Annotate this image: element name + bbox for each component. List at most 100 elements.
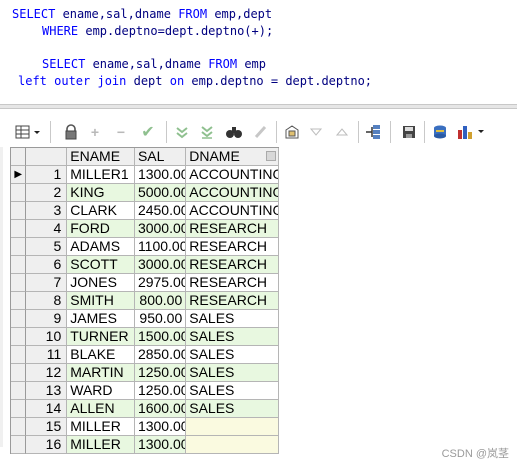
row-number-cell[interactable]: 2 [26, 184, 68, 202]
table-row[interactable]: 15 MILLER 1300.00 [11, 418, 279, 436]
row-number-cell[interactable]: 13 [26, 382, 68, 400]
dname-cell[interactable] [186, 418, 279, 436]
dname-cell[interactable]: SALES [186, 400, 279, 418]
ename-cell[interactable]: MILLER [67, 418, 135, 436]
ename-cell[interactable]: SMITH [67, 292, 135, 310]
row-indicator-cell[interactable] [11, 184, 27, 202]
ename-cell[interactable]: SCOTT [67, 256, 135, 274]
ename-cell[interactable]: MARTIN [67, 364, 135, 382]
table-row[interactable]: 2 KING 5000.00 ACCOUNTING [11, 184, 279, 202]
row-number-cell[interactable]: 10 [26, 328, 68, 346]
post-changes-icon[interactable]: ✔ [138, 121, 158, 143]
ename-cell[interactable]: KING [67, 184, 135, 202]
table-row[interactable]: 14 ALLEN 1600.00 SALES [11, 400, 279, 418]
dname-cell[interactable]: SALES [186, 364, 279, 382]
table-row[interactable]: 12 MARTIN 1250.00 SALES [11, 364, 279, 382]
ename-cell[interactable]: FORD [67, 220, 135, 238]
add-record-icon[interactable]: + [86, 121, 104, 143]
row-number-cell[interactable]: 5 [26, 238, 68, 256]
ename-cell[interactable]: JAMES [67, 310, 135, 328]
ename-cell[interactable]: TURNER [67, 328, 135, 346]
table-row[interactable]: 9 JAMES 950.00 SALES [11, 310, 279, 328]
find-icon[interactable] [223, 121, 245, 143]
sal-cell[interactable]: 5000.00 [134, 184, 187, 202]
row-indicator-cell[interactable] [11, 382, 27, 400]
dname-cell[interactable]: RESEARCH [186, 274, 279, 292]
ename-cell[interactable]: MILLER [67, 436, 135, 454]
row-number-cell[interactable]: 14 [26, 400, 68, 418]
row-number-cell[interactable]: 15 [26, 418, 68, 436]
sal-cell[interactable]: 1300.00 [134, 418, 187, 436]
dname-cell[interactable]: ACCOUNTING [186, 184, 279, 202]
row-indicator-cell[interactable]: ▶ [11, 166, 27, 184]
filter-icon[interactable] [172, 121, 192, 143]
row-number-cell[interactable]: 16 [26, 436, 68, 454]
table-row[interactable]: 4 FORD 3000.00 RESEARCH [11, 220, 279, 238]
sal-cell[interactable]: 1100.00 [134, 238, 187, 256]
ename-cell[interactable]: JONES [67, 274, 135, 292]
ename-cell[interactable]: CLARK [67, 202, 135, 220]
sal-cell[interactable]: 2975.00 [134, 274, 187, 292]
row-number-cell[interactable]: 11 [26, 346, 68, 364]
export-icon[interactable] [430, 121, 450, 143]
clear-filter-icon[interactable] [197, 121, 217, 143]
row-number-cell[interactable]: 4 [26, 220, 68, 238]
row-number-cell[interactable]: 1 [26, 166, 68, 184]
row-indicator-cell[interactable] [11, 202, 27, 220]
row-indicator-cell[interactable] [11, 220, 27, 238]
dname-cell[interactable]: ACCOUNTING [186, 166, 279, 184]
table-row[interactable]: 7 JONES 2975.00 RESEARCH [11, 274, 279, 292]
delete-record-icon[interactable]: − [112, 121, 130, 143]
sal-cell[interactable]: 1250.00 [134, 382, 187, 400]
row-indicator-cell[interactable] [11, 328, 27, 346]
chart-icon[interactable] [456, 121, 488, 143]
dname-cell[interactable]: SALES [186, 382, 279, 400]
ename-cell[interactable]: ALLEN [67, 400, 135, 418]
sal-cell[interactable]: 1250.00 [134, 364, 187, 382]
dname-cell[interactable]: SALES [186, 328, 279, 346]
table-row[interactable]: 16 MILLER 1300.00 [11, 436, 279, 454]
sal-cell[interactable]: 1600.00 [134, 400, 187, 418]
table-row[interactable]: 11 BLAKE 2850.00 SALES [11, 346, 279, 364]
row-number-cell[interactable]: 8 [26, 292, 68, 310]
save-icon[interactable] [399, 121, 419, 143]
sal-cell[interactable]: 3000.00 [134, 256, 187, 274]
row-indicator-cell[interactable] [11, 418, 27, 436]
dname-cell[interactable]: RESEARCH [186, 238, 279, 256]
column-sort-button[interactable] [266, 151, 276, 161]
row-indicator-cell[interactable] [11, 364, 27, 382]
column-header-sal[interactable]: SAL [134, 148, 187, 166]
row-indicator-cell[interactable] [11, 400, 27, 418]
ename-cell[interactable]: ADAMS [67, 238, 135, 256]
sal-cell[interactable]: 1300.00 [134, 436, 187, 454]
table-row[interactable]: 6 SCOTT 3000.00 RESEARCH [11, 256, 279, 274]
sal-cell[interactable]: 800.00 [134, 292, 187, 310]
sal-cell[interactable]: 2850.00 [134, 346, 187, 364]
table-row[interactable]: 10 TURNER 1500.00 SALES [11, 328, 279, 346]
dname-cell[interactable]: ACCOUNTING [186, 202, 279, 220]
table-row[interactable]: ▶ 1 MILLER1 1300.00 ACCOUNTING [11, 166, 279, 184]
clear-icon[interactable] [250, 121, 270, 143]
sal-cell[interactable]: 3000.00 [134, 220, 187, 238]
row-number-cell[interactable]: 9 [26, 310, 68, 328]
row-indicator-cell[interactable] [11, 292, 27, 310]
table-row[interactable]: 3 CLARK 2450.00 ACCOUNTING [11, 202, 279, 220]
query-by-example-icon[interactable] [282, 121, 302, 143]
editor-splitter[interactable] [0, 104, 517, 109]
fetch-all-icon[interactable] [362, 121, 384, 143]
row-number-cell[interactable]: 7 [26, 274, 68, 292]
ename-cell[interactable]: MILLER1 [67, 166, 135, 184]
lock-icon[interactable] [62, 121, 80, 143]
row-indicator-cell[interactable] [11, 256, 27, 274]
row-number-cell[interactable]: 3 [26, 202, 68, 220]
dname-cell[interactable] [186, 436, 279, 454]
dname-cell[interactable]: RESEARCH [186, 256, 279, 274]
grid-view-icon[interactable] [14, 121, 44, 143]
row-indicator-cell[interactable] [11, 238, 27, 256]
dname-cell[interactable]: RESEARCH [186, 292, 279, 310]
table-row[interactable]: 8 SMITH 800.00 RESEARCH [11, 292, 279, 310]
row-indicator-cell[interactable] [11, 346, 27, 364]
ename-cell[interactable]: WARD [67, 382, 135, 400]
sql-editor[interactable]: SELECT ename,sal,dname FROM emp,dept WHE… [0, 0, 517, 104]
dname-cell[interactable]: SALES [186, 346, 279, 364]
